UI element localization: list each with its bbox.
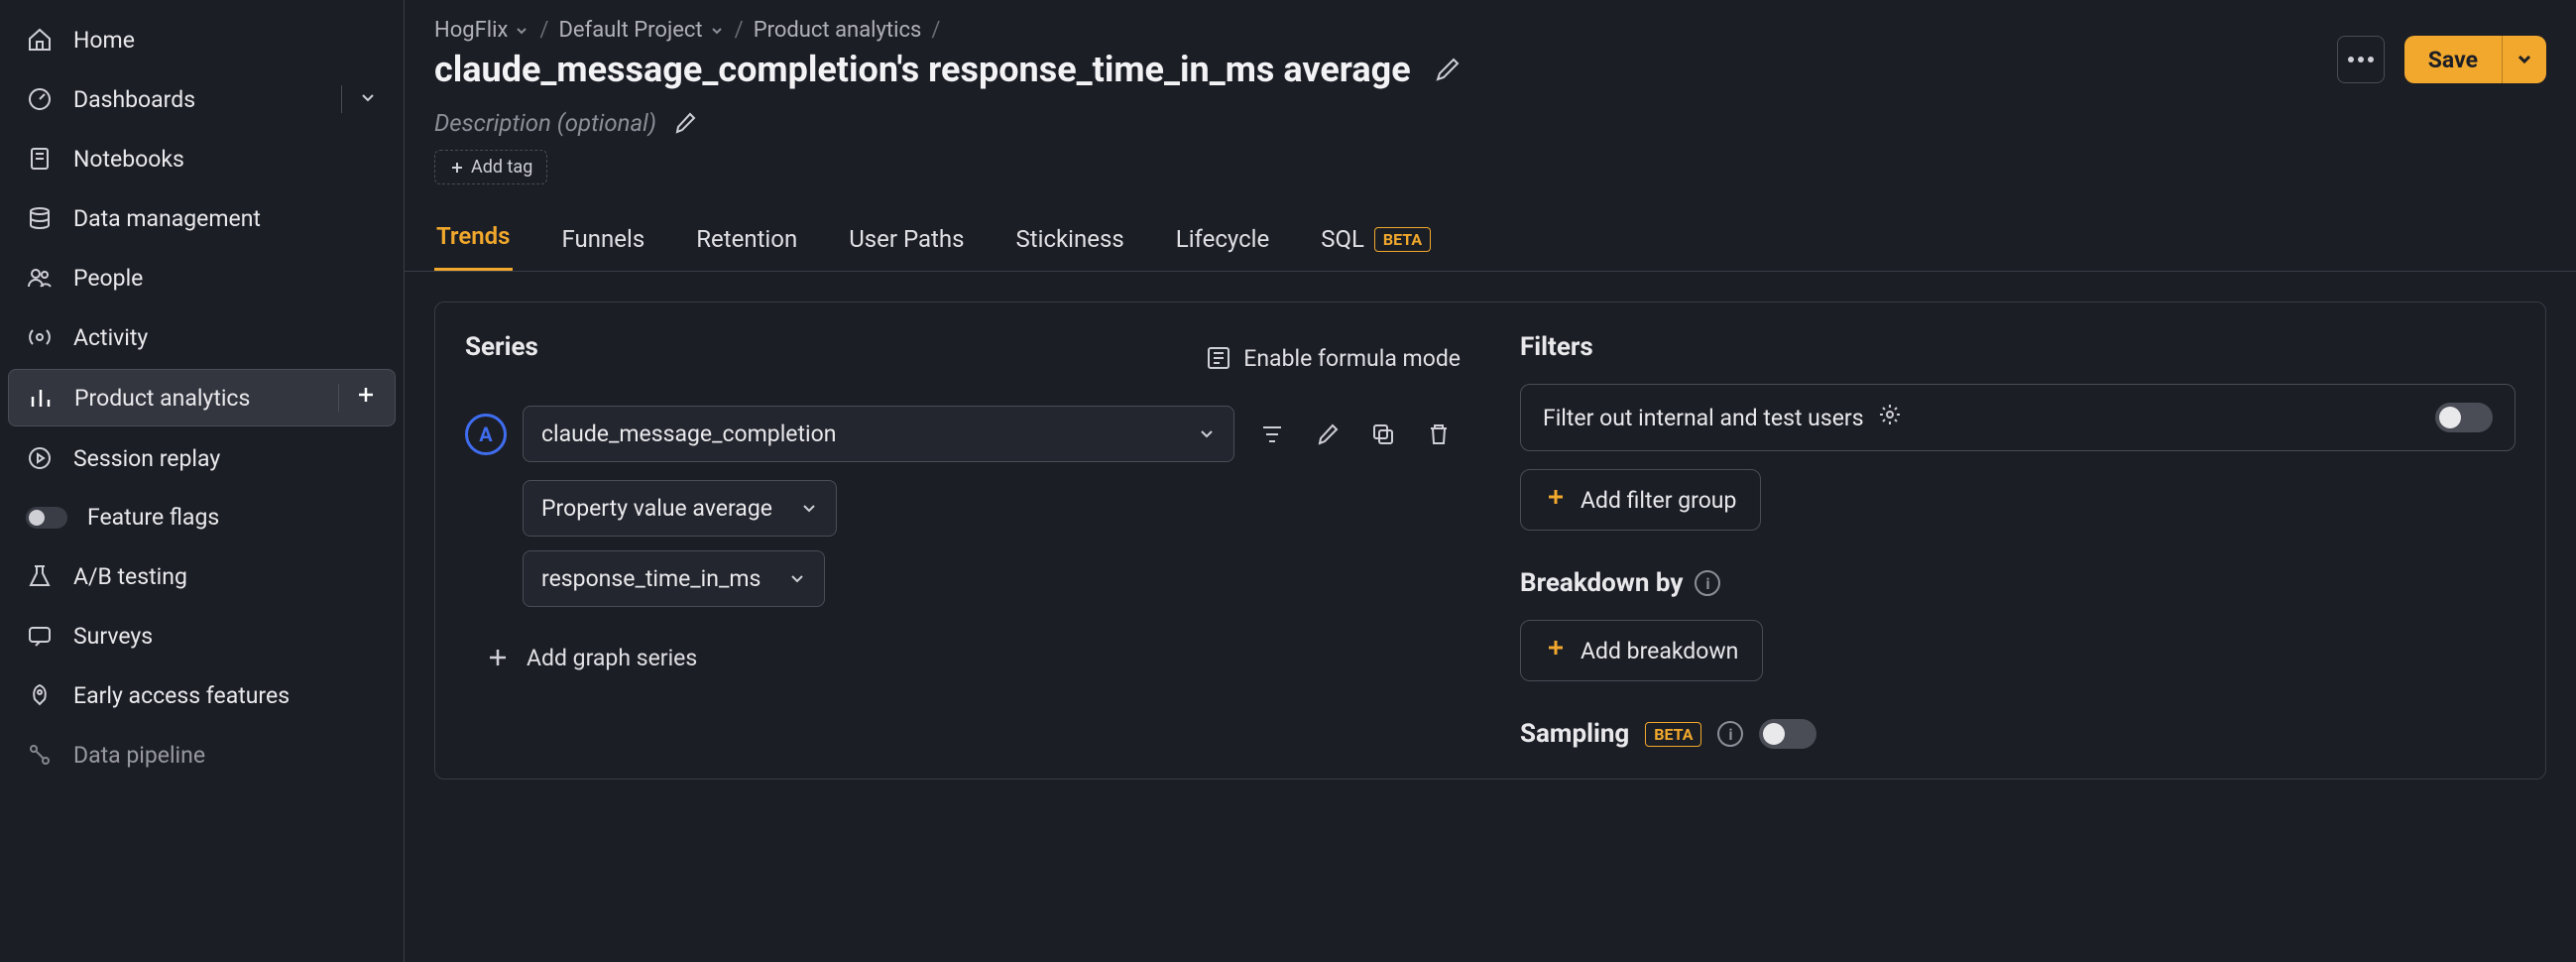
- delete-series-button[interactable]: [1417, 413, 1461, 456]
- nav-label: A/B testing: [73, 563, 378, 590]
- notebook-icon: [26, 145, 54, 173]
- filter-series-button[interactable]: [1250, 413, 1294, 456]
- nav-label: Dashboards: [73, 86, 321, 113]
- nav-label: Notebooks: [73, 146, 378, 173]
- divider: [341, 85, 342, 113]
- nav-feature-flags[interactable]: Feature flags: [8, 490, 396, 544]
- more-menu-button[interactable]: [2337, 36, 2385, 83]
- tab-lifecycle[interactable]: Lifecycle: [1174, 207, 1271, 271]
- home-icon: [26, 26, 54, 54]
- toggle-icon: [26, 507, 67, 529]
- tab-funnels[interactable]: Funnels: [560, 207, 647, 271]
- nav-label: Home: [73, 27, 378, 54]
- nav-label: Product analytics: [74, 385, 318, 412]
- sampling-beta-badge: BETA: [1645, 722, 1701, 747]
- gauge-icon: [26, 85, 54, 113]
- description-placeholder[interactable]: Description (optional): [434, 109, 656, 137]
- breakdown-title: Breakdown by i: [1520, 568, 2516, 598]
- tab-retention[interactable]: Retention: [694, 207, 799, 271]
- people-icon: [26, 264, 54, 292]
- breadcrumb: HogFlix / Default Project / Product anal…: [434, 18, 2317, 43]
- nav-people[interactable]: People: [8, 250, 396, 305]
- insight-tabs: Trends Funnels Retention User Paths Stic…: [405, 204, 2576, 272]
- breadcrumb-project[interactable]: Default Project: [558, 18, 724, 43]
- tab-trends[interactable]: Trends: [434, 204, 513, 271]
- add-filter-group-button[interactable]: Add filter group: [1520, 469, 1761, 531]
- gear-icon[interactable]: [1878, 403, 1902, 432]
- series-letter: A: [465, 414, 507, 455]
- edit-description-button[interactable]: [670, 108, 700, 138]
- series-event-select[interactable]: claude_message_completion: [523, 406, 1234, 462]
- nav-ab-testing[interactable]: A/B testing: [8, 548, 396, 604]
- add-tag-button[interactable]: Add tag: [434, 150, 547, 184]
- chevron-down-icon[interactable]: [358, 86, 378, 113]
- main-content: HogFlix / Default Project / Product anal…: [405, 0, 2576, 962]
- nav-early-access[interactable]: Early access features: [8, 667, 396, 723]
- sidebar: Home Dashboards Notebooks Data managemen…: [0, 0, 405, 962]
- chat-icon: [26, 622, 54, 650]
- nav-label: People: [73, 265, 378, 292]
- nav-dashboards[interactable]: Dashboards: [8, 71, 396, 127]
- aggregation-select[interactable]: Property value average: [523, 480, 837, 537]
- rename-series-button[interactable]: [1306, 413, 1349, 456]
- save-dropdown[interactable]: [2503, 51, 2546, 68]
- tab-user-paths[interactable]: User Paths: [847, 207, 966, 271]
- save-label: Save: [2404, 47, 2502, 73]
- nav-label: Feature flags: [87, 504, 378, 531]
- duplicate-series-button[interactable]: [1361, 413, 1405, 456]
- nav-label: Early access features: [73, 682, 378, 709]
- nav-session-replay[interactable]: Session replay: [8, 430, 396, 486]
- beta-badge: BETA: [1374, 227, 1431, 252]
- flask-icon: [26, 562, 54, 590]
- nav-notebooks[interactable]: Notebooks: [8, 131, 396, 186]
- nav-surveys[interactable]: Surveys: [8, 608, 396, 663]
- broadcast-icon: [26, 323, 54, 351]
- nav-label: Data management: [73, 205, 378, 232]
- nav-label: Surveys: [73, 623, 378, 650]
- enable-formula-button[interactable]: Enable formula mode: [1206, 345, 1461, 372]
- nav-label: Activity: [73, 324, 378, 351]
- internal-test-toggle[interactable]: [2435, 403, 2493, 432]
- pipeline-icon: [26, 741, 54, 769]
- add-breakdown-button[interactable]: Add breakdown: [1520, 620, 1763, 681]
- nav-label: Session replay: [73, 445, 378, 472]
- edit-title-button[interactable]: [1429, 51, 1466, 88]
- nav-home[interactable]: Home: [8, 12, 396, 67]
- divider: [338, 384, 339, 412]
- tab-sql[interactable]: SQLBETA: [1319, 207, 1433, 271]
- play-circle-icon: [26, 444, 54, 472]
- nav-data-management[interactable]: Data management: [8, 190, 396, 246]
- nav-product-analytics[interactable]: Product analytics: [8, 369, 396, 426]
- series-title: Series: [465, 332, 538, 362]
- property-select[interactable]: response_time_in_ms: [523, 550, 825, 607]
- database-icon: [26, 204, 54, 232]
- sampling-title: Sampling: [1520, 719, 1629, 749]
- breadcrumb-section[interactable]: Product analytics: [754, 18, 922, 43]
- rocket-icon: [26, 681, 54, 709]
- filters-title: Filters: [1520, 332, 2516, 362]
- nav-activity[interactable]: Activity: [8, 309, 396, 365]
- nav-label: Data pipeline: [73, 742, 378, 769]
- info-icon[interactable]: i: [1717, 721, 1743, 747]
- tab-stickiness[interactable]: Stickiness: [1014, 207, 1126, 271]
- internal-test-filter[interactable]: Filter out internal and test users: [1520, 384, 2516, 451]
- page-title: claude_message_completion's response_tim…: [434, 49, 1411, 90]
- nav-data-pipeline[interactable]: Data pipeline: [8, 727, 396, 782]
- add-graph-series-button[interactable]: Add graph series: [483, 631, 1461, 684]
- save-button[interactable]: Save: [2404, 36, 2546, 83]
- bar-chart-icon: [27, 384, 55, 412]
- breadcrumb-org[interactable]: HogFlix: [434, 18, 529, 43]
- plus-icon[interactable]: [355, 384, 377, 412]
- sampling-toggle[interactable]: [1759, 719, 1816, 749]
- info-icon[interactable]: i: [1695, 570, 1720, 596]
